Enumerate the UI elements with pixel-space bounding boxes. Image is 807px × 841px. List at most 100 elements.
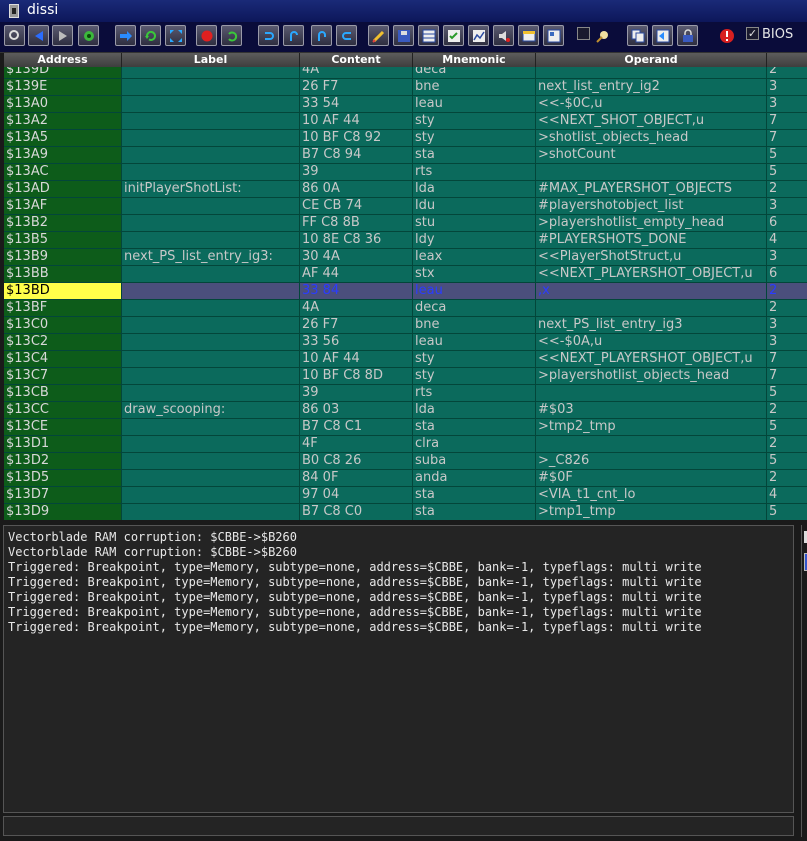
- table-row[interactable]: $13D1 4F clra 2: [4, 436, 807, 453]
- table-row[interactable]: $13AF CE CB 74 ldu #playershotobject_list 3: [4, 198, 807, 215]
- cell-mnemonic: deca: [413, 67, 536, 79]
- table-row[interactable]: $13BB AF 44 stx <<NEXT_PLAYERSHOT_OBJECT,u 6: [4, 266, 807, 283]
- cell-label: [122, 164, 300, 181]
- disassembly-table[interactable]: Address Label Content Mnemonic Operand $…: [4, 53, 807, 520]
- play-icon[interactable]: [52, 25, 73, 46]
- cell-mnemonic: anda: [413, 470, 536, 487]
- breakpoint-icon[interactable]: [196, 25, 217, 46]
- cell-operand: [536, 436, 767, 453]
- table-row[interactable]: $13CE B7 C8 C1 sta >tmp2_tmp 5: [4, 419, 807, 436]
- table-row[interactable]: $139D 4A deca 2: [4, 67, 807, 79]
- table-row[interactable]: $13C2 33 56 leau <<-$0A,u 3: [4, 334, 807, 351]
- column-header-label[interactable]: Label: [122, 53, 300, 67]
- search-icon[interactable]: [4, 25, 25, 46]
- refresh-icon[interactable]: [140, 25, 161, 46]
- window-menu-icon[interactable]: [9, 4, 19, 18]
- console-output[interactable]: Vectorblade RAM corruption: $CBBE->$B260…: [3, 525, 794, 813]
- table-row[interactable]: $13C4 10 AF 44 sty <<NEXT_PLAYERSHOT_OBJECT…: [4, 351, 807, 368]
- toolbar: ✓ BIOS: [0, 22, 807, 53]
- table-row[interactable]: $13BF 4A deca 2: [4, 300, 807, 317]
- table-row[interactable]: $13A2 10 AF 44 sty <<NEXT_SHOT_OBJECT,u 7: [4, 113, 807, 130]
- cell-address: $13D2: [4, 453, 122, 470]
- cell-address: $13C0: [4, 317, 122, 334]
- table-row[interactable]: $13CB 39 rts 5: [4, 385, 807, 402]
- cell-address: $13B2: [4, 215, 122, 232]
- checklist-icon[interactable]: [443, 25, 464, 46]
- table-row[interactable]: $13B5 10 8E C8 36 ldy #PLAYERSHOTS_DONE 4: [4, 232, 807, 249]
- cell-operand: next_list_entry_ig2: [536, 79, 767, 96]
- cell-content: 30 4A: [300, 249, 413, 266]
- alert-icon[interactable]: [716, 25, 737, 46]
- step-over-icon[interactable]: [115, 25, 136, 46]
- table-row[interactable]: $13C7 10 BF C8 8D sty >playershotlist_objec…: [4, 368, 807, 385]
- table-row[interactable]: $13AD initPlayerShotList: 86 0A lda #MAX_PLA…: [4, 181, 807, 198]
- window-icon[interactable]: [518, 25, 539, 46]
- cell-operand: next_PS_list_entry_ig3: [536, 317, 767, 334]
- cell-cycles: 3: [767, 317, 807, 334]
- sound-icon[interactable]: [493, 25, 514, 46]
- layout-icon[interactable]: [543, 25, 564, 46]
- cell-content: 10 BF C8 8D: [300, 368, 413, 385]
- table-row[interactable]: $139E 26 F7 bne next_list_entry_ig2 3: [4, 79, 807, 96]
- chart-icon[interactable]: [468, 25, 489, 46]
- table-icon[interactable]: [418, 25, 439, 46]
- window-title: dissi: [27, 2, 59, 18]
- jump-in-icon[interactable]: [311, 25, 332, 46]
- table-row[interactable]: $13D7 97 04 sta <VIA_t1_cnt_lo 4: [4, 487, 807, 504]
- clean-icon[interactable]: [592, 25, 613, 46]
- console-line: Triggered: Breakpoint, type=Memory, subt…: [8, 575, 702, 589]
- cell-address: $13CE: [4, 419, 122, 436]
- column-header-operand[interactable]: Operand: [536, 53, 767, 67]
- table-row[interactable]: $13D5 84 0F anda #$0F 2: [4, 470, 807, 487]
- cell-content: 33 56: [300, 334, 413, 351]
- table-row[interactable]: $13D9 B7 C8 C0 sta >tmp1_tmp 5: [4, 504, 807, 520]
- cell-mnemonic: ldu: [413, 198, 536, 215]
- table-row[interactable]: $13B9 next_PS_list_entry_ig3: 30 4A leax <<P…: [4, 249, 807, 266]
- rotate-left-icon[interactable]: [258, 25, 279, 46]
- cell-address: $13AC: [4, 164, 122, 181]
- cell-address: $13A2: [4, 113, 122, 130]
- bios-checkbox[interactable]: ✓: [746, 27, 759, 40]
- expand-icon[interactable]: [165, 25, 186, 46]
- cell-address: $13A9: [4, 147, 122, 164]
- table-row[interactable]: $13B2 FF C8 8B stu >playershotlist_empty_he…: [4, 215, 807, 232]
- save-icon[interactable]: [393, 25, 414, 46]
- lock-icon[interactable]: [677, 25, 698, 46]
- cell-cycles: 2: [767, 283, 807, 300]
- cell-address: $13AF: [4, 198, 122, 215]
- table-row[interactable]: $13AC 39 rts 5: [4, 164, 807, 181]
- table-row[interactable]: $13D2 B0 C8 26 suba >_C826 5: [4, 453, 807, 470]
- table-row[interactable]: $13A5 10 BF C8 92 sty >shotlist_objects_hea…: [4, 130, 807, 147]
- cell-operand: <<NEXT_PLAYERSHOT_OBJECT,u: [536, 266, 767, 283]
- column-header-cycles[interactable]: [767, 53, 807, 67]
- table-row[interactable]: $13A9 B7 C8 94 sta >shotCount 5: [4, 147, 807, 164]
- import-icon[interactable]: [652, 25, 673, 46]
- table-row[interactable]: $13CC draw_scooping: 86 03 lda #$03 2: [4, 402, 807, 419]
- cell-content: 97 04: [300, 487, 413, 504]
- cell-operand: >shotlist_objects_head: [536, 130, 767, 147]
- bug-icon[interactable]: [78, 25, 99, 46]
- cell-label: [122, 79, 300, 96]
- cell-mnemonic: ldy: [413, 232, 536, 249]
- table-row[interactable]: $13A0 33 54 leau <<-$0C,u 3: [4, 96, 807, 113]
- jump-out-icon[interactable]: [336, 25, 357, 46]
- column-header-mnemonic[interactable]: Mnemonic: [413, 53, 536, 67]
- back-icon[interactable]: [28, 25, 49, 46]
- command-input[interactable]: [3, 816, 794, 836]
- cell-mnemonic: clra: [413, 436, 536, 453]
- flag-checkbox[interactable]: [577, 27, 590, 40]
- column-header-content[interactable]: Content: [300, 53, 413, 67]
- cell-address: $13BF: [4, 300, 122, 317]
- table-row[interactable]: $13C0 26 F7 bne next_PS_list_entry_ig3 3: [4, 317, 807, 334]
- column-header-address[interactable]: Address: [4, 53, 122, 67]
- edit-icon[interactable]: [368, 25, 389, 46]
- undo-icon[interactable]: [221, 25, 242, 46]
- cell-mnemonic: lda: [413, 402, 536, 419]
- rotate-up-icon[interactable]: [283, 25, 304, 46]
- table-header: Address Label Content Mnemonic Operand: [4, 53, 807, 67]
- copy-icon[interactable]: [627, 25, 648, 46]
- bios-label: BIOS: [762, 27, 794, 42]
- cell-mnemonic: sty: [413, 130, 536, 147]
- cell-address: $13D9: [4, 504, 122, 520]
- table-row-current[interactable]: $13BD 33 84 leau ,x 2: [4, 283, 807, 300]
